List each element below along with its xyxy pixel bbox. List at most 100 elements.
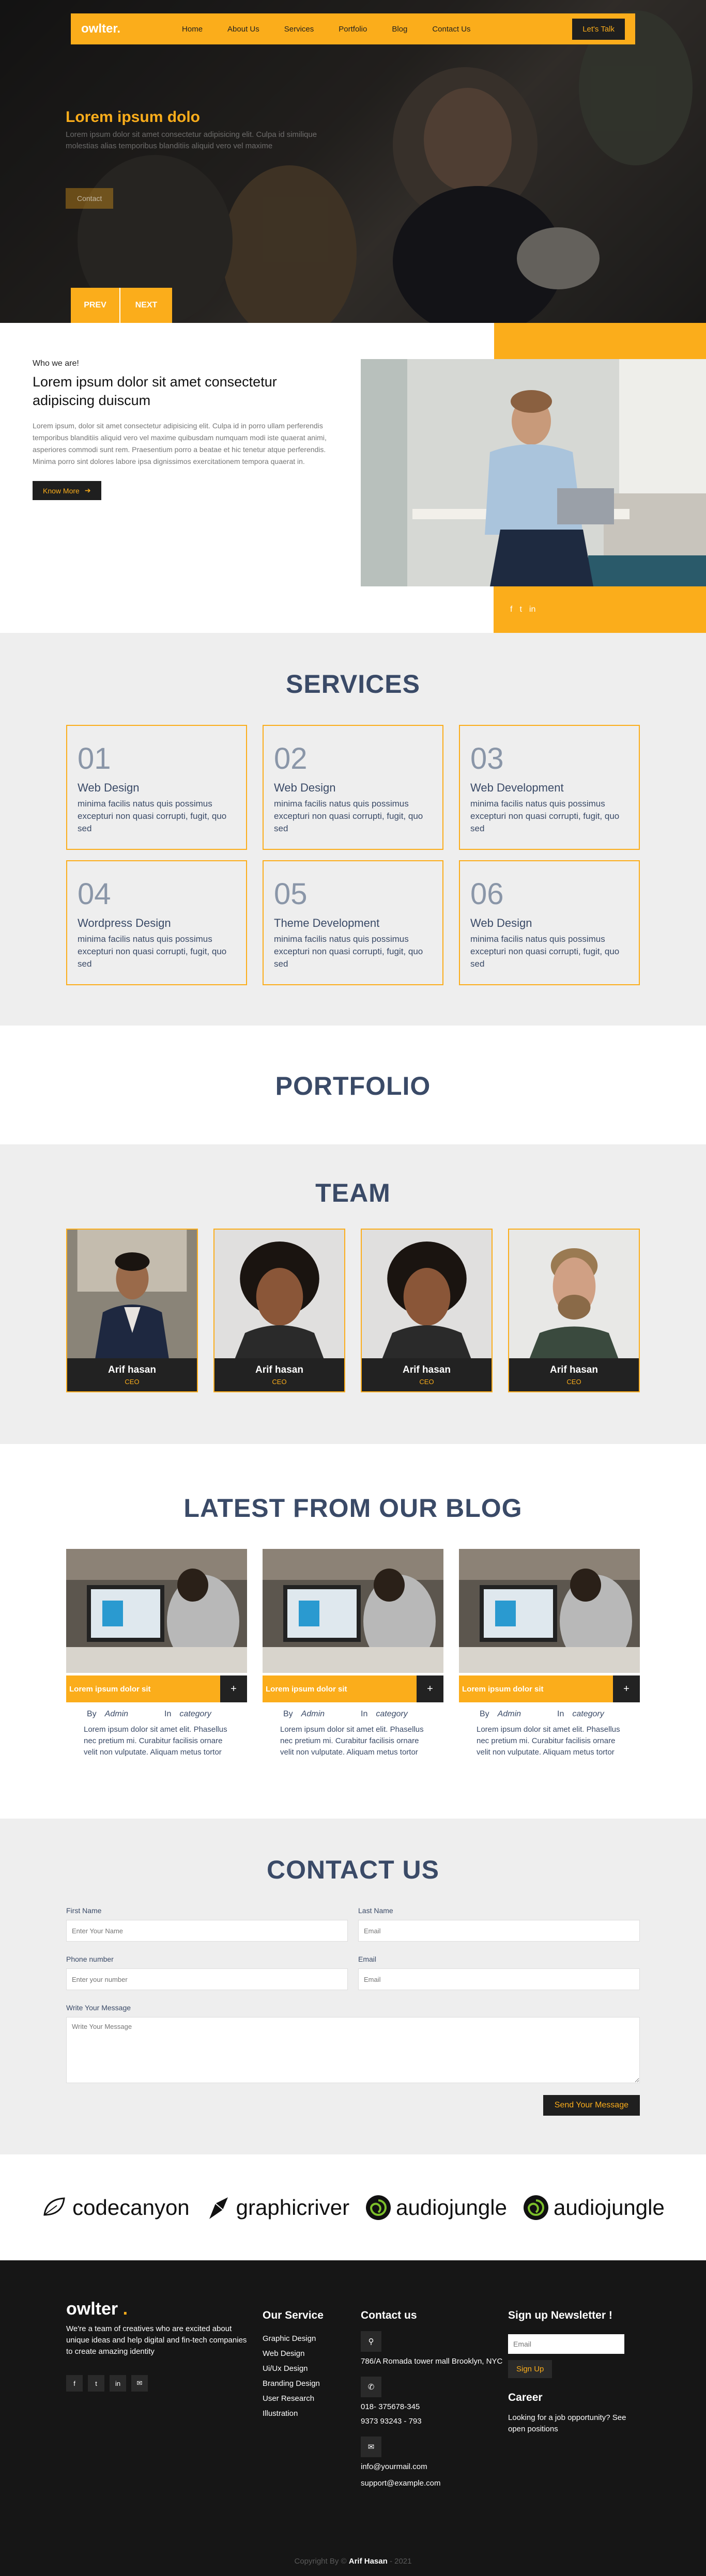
footer-phone-1[interactable]: 018- 375678-345 — [361, 2401, 508, 2413]
slider-next-button[interactable]: NEXT — [120, 288, 172, 323]
service-card[interactable]: 04 Wordpress Design minima facilis natus… — [66, 860, 247, 985]
about-text: Who we are! Lorem ipsum dolor sit amet c… — [33, 359, 343, 500]
footer-service-link[interactable]: Branding Design — [263, 2379, 361, 2388]
blog-post-title[interactable]: Lorem ipsum dolor sit — [263, 1675, 417, 1702]
about-image — [361, 359, 706, 586]
nav-link-services[interactable]: Services — [272, 25, 327, 34]
about-section: f t in Who we are! Lorem ipsum dolor sit… — [0, 323, 706, 633]
leaf-icon — [41, 2194, 68, 2221]
last-name-field[interactable] — [358, 1920, 640, 1942]
service-card[interactable]: 03 Web Development minima facilis natus … — [459, 725, 640, 850]
slider-prev-button[interactable]: PREV — [71, 288, 120, 323]
about-title: Lorem ipsum dolor sit amet consectetur a… — [33, 374, 277, 408]
plus-icon[interactable]: + — [220, 1675, 247, 1702]
services-title: SERVICES — [286, 670, 420, 699]
logo[interactable]: owlter. — [81, 22, 120, 36]
team-card[interactable]: Arif hasan CEO — [213, 1229, 345, 1392]
phone-field[interactable] — [66, 1968, 348, 1990]
contact-form: First Name Last Name Phone number Email … — [66, 1906, 640, 2116]
lets-talk-button[interactable]: Let's Talk — [572, 18, 625, 40]
blog-post-title[interactable]: Lorem ipsum dolor sit — [459, 1675, 613, 1702]
footer-email-2[interactable]: support@example.com — [361, 2478, 508, 2489]
linkedin-icon[interactable]: in — [529, 605, 535, 614]
newsletter-email-input[interactable] — [508, 2334, 624, 2354]
brands-section: codecanyon graphicriver audiojungle audi… — [0, 2154, 706, 2260]
footer-description: We're a team of creatives who are excite… — [66, 2324, 247, 2356]
footer-service-link[interactable]: User Research — [263, 2394, 361, 2403]
blog-card[interactable]: Lorem ipsum dolor sit + By Admin In cate… — [263, 1549, 443, 1757]
team-member-name: Arif hasan — [550, 1364, 598, 1375]
blog-post-title[interactable]: Lorem ipsum dolor sit — [66, 1675, 220, 1702]
linkedin-icon[interactable]: in — [110, 2375, 126, 2392]
plus-icon[interactable]: + — [613, 1675, 640, 1702]
blog-card[interactable]: Lorem ipsum dolor sit + By Admin In cate… — [459, 1549, 640, 1757]
know-more-button[interactable]: Know More ➔ — [33, 481, 101, 500]
team-member-photo — [509, 1230, 639, 1359]
about-eyebrow: Who we are! — [33, 359, 79, 368]
team-member-photo — [214, 1230, 344, 1359]
nav-link-about[interactable]: About Us — [215, 25, 272, 34]
blog-excerpt: Lorem ipsum dolor sit amet elit. Phasell… — [280, 1725, 424, 1757]
facebook-icon[interactable]: f — [510, 605, 512, 614]
twitter-icon[interactable]: t — [88, 2375, 104, 2392]
team-member-name: Arif hasan — [403, 1364, 451, 1375]
service-number: 03 — [470, 742, 504, 775]
message-field[interactable] — [66, 2017, 640, 2083]
email-field[interactable] — [358, 1968, 640, 1990]
blog-title-bar: Lorem ipsum dolor sit + — [263, 1675, 443, 1702]
blog-category[interactable]: category — [572, 1710, 604, 1719]
brand-logo: graphicriver — [205, 2194, 349, 2221]
team-member-role: CEO — [566, 1378, 581, 1386]
footer-logo[interactable]: owlter . — [66, 2299, 263, 2319]
first-name-field[interactable] — [66, 1920, 348, 1942]
service-card[interactable]: 05 Theme Development minima facilis natu… — [263, 860, 443, 985]
plus-icon[interactable]: + — [417, 1675, 443, 1702]
footer-service-link[interactable]: Illustration — [263, 2409, 361, 2418]
footer-newsletter: Sign up Newsletter ! Sign Up Career Look… — [508, 2299, 640, 2489]
nav-link-blog[interactable]: Blog — [379, 25, 420, 34]
slider-controls: PREV NEXT — [71, 288, 172, 323]
blog-author[interactable]: Admin — [301, 1710, 325, 1719]
mail-icon[interactable]: ✉ — [131, 2375, 148, 2392]
signup-button[interactable]: Sign Up — [508, 2360, 552, 2378]
hero-contact-button[interactable]: Contact — [66, 188, 114, 209]
service-number: 01 — [78, 742, 111, 775]
blog-grid: Lorem ipsum dolor sit + By Admin In cate… — [66, 1549, 640, 1757]
footer-service-link[interactable]: Ui/Ux Design — [263, 2364, 361, 2373]
footer-email-1[interactable]: info@yourmail.com — [361, 2461, 508, 2473]
service-card[interactable]: 01 Web Design minima facilis natus quis … — [66, 725, 247, 850]
service-number: 05 — [274, 877, 308, 911]
facebook-icon[interactable]: f — [66, 2375, 83, 2392]
blog-meta: By Admin In category — [459, 1710, 640, 1719]
service-number: 06 — [470, 877, 504, 911]
team-card[interactable]: Arif hasan CEO — [508, 1229, 640, 1392]
blog-author[interactable]: Admin — [105, 1710, 128, 1719]
blog-category[interactable]: category — [179, 1710, 211, 1719]
service-card[interactable]: 02 Web Design minima facilis natus quis … — [263, 725, 443, 850]
nav-link-portfolio[interactable]: Portfolio — [326, 25, 379, 34]
nav-link-contact[interactable]: Contact Us — [420, 25, 483, 34]
arrow-right-icon: ➔ — [84, 486, 91, 494]
services-grid: 01 Web Design minima facilis natus quis … — [66, 725, 640, 985]
footer-service-link[interactable]: Graphic Design — [263, 2334, 361, 2343]
about-social-bar: f t in — [494, 586, 706, 633]
team-card[interactable]: Arif hasan CEO — [361, 1229, 493, 1392]
blog-author[interactable]: Admin — [498, 1710, 521, 1719]
team-card[interactable]: Arif hasan CEO — [66, 1229, 198, 1392]
blog-category[interactable]: category — [376, 1710, 407, 1719]
nav-link-home[interactable]: Home — [170, 25, 215, 34]
service-title: Web Design — [78, 781, 140, 794]
send-message-button[interactable]: Send Your Message — [543, 2095, 640, 2116]
brand-logo: codecanyon — [41, 2194, 190, 2221]
first-name-label: First Name — [66, 1906, 102, 1915]
blog-card[interactable]: Lorem ipsum dolor sit + By Admin In cate… — [66, 1549, 247, 1757]
footer-service-link[interactable]: Web Design — [263, 2349, 361, 2358]
footer-phone-2[interactable]: 9373 93243 - 793 — [361, 2416, 508, 2427]
team-member-photo — [362, 1230, 492, 1359]
team-member-name: Arif hasan — [255, 1364, 303, 1375]
blog-in-label: In — [164, 1710, 172, 1718]
blog-meta: By Admin In category — [66, 1710, 247, 1719]
twitter-icon[interactable]: t — [519, 605, 521, 614]
service-card[interactable]: 06 Web Design minima facilis natus quis … — [459, 860, 640, 985]
copyright-name[interactable]: Arif Hasan — [349, 2557, 388, 2566]
